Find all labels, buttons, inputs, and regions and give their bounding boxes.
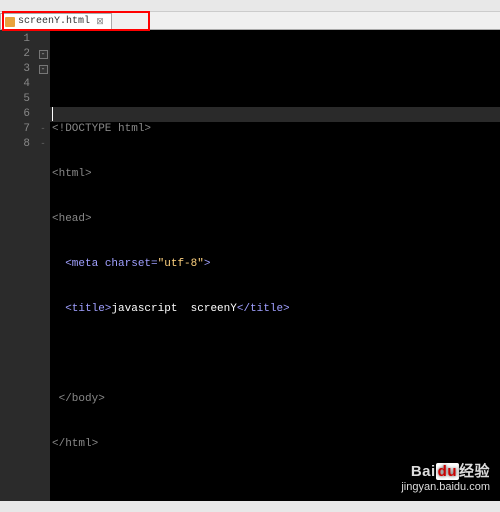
line-number: 2 — [0, 47, 30, 62]
code-token: </title> — [237, 303, 290, 315]
line-number: 8 — [0, 137, 30, 152]
code-token: <html> — [52, 168, 92, 180]
code-area[interactable]: <!DOCTYPE html> <html> <head> <meta char… — [50, 30, 500, 501]
fold-toggle-icon[interactable]: - — [39, 50, 48, 59]
code-token: <head> — [52, 213, 92, 225]
tab-filename: screenY.html — [18, 16, 90, 27]
line-number: 4 — [0, 77, 30, 92]
code-token: <title> — [65, 303, 111, 315]
file-icon — [5, 17, 15, 27]
close-icon[interactable]: ⊠ — [95, 17, 105, 27]
line-number: 6 — [0, 107, 30, 122]
line-number: 7 — [0, 122, 30, 137]
tab-bar: screenY.html ⊠ — [0, 12, 500, 30]
code-token: "utf-8" — [158, 258, 204, 270]
code-token: <!DOCTYPE html> — [52, 123, 151, 135]
line-number: 3 — [0, 62, 30, 77]
code-token: </body> — [59, 393, 105, 405]
line-number: 1 — [0, 32, 30, 47]
fold-toggle-icon[interactable]: - — [39, 65, 48, 74]
line-number-gutter: 1 2 3 4 5 6 7 8 — [0, 30, 36, 501]
editor: 1 2 3 4 5 6 7 8 - - - - <!DOCTYPE html> … — [0, 30, 500, 501]
fold-gutter: - - - - — [36, 30, 50, 501]
toolbar-area — [0, 0, 500, 12]
line-number: 5 — [0, 92, 30, 107]
code-token: <meta — [65, 258, 98, 270]
code-token: </html> — [52, 438, 98, 450]
text-cursor — [52, 107, 53, 121]
watermark-url: jingyan.baidu.com — [401, 481, 490, 493]
code-token: charset= — [98, 258, 157, 270]
code-token: javascript screenY — [111, 303, 236, 315]
file-tab[interactable]: screenY.html ⊠ — [0, 13, 112, 29]
code-token: > — [204, 258, 211, 270]
